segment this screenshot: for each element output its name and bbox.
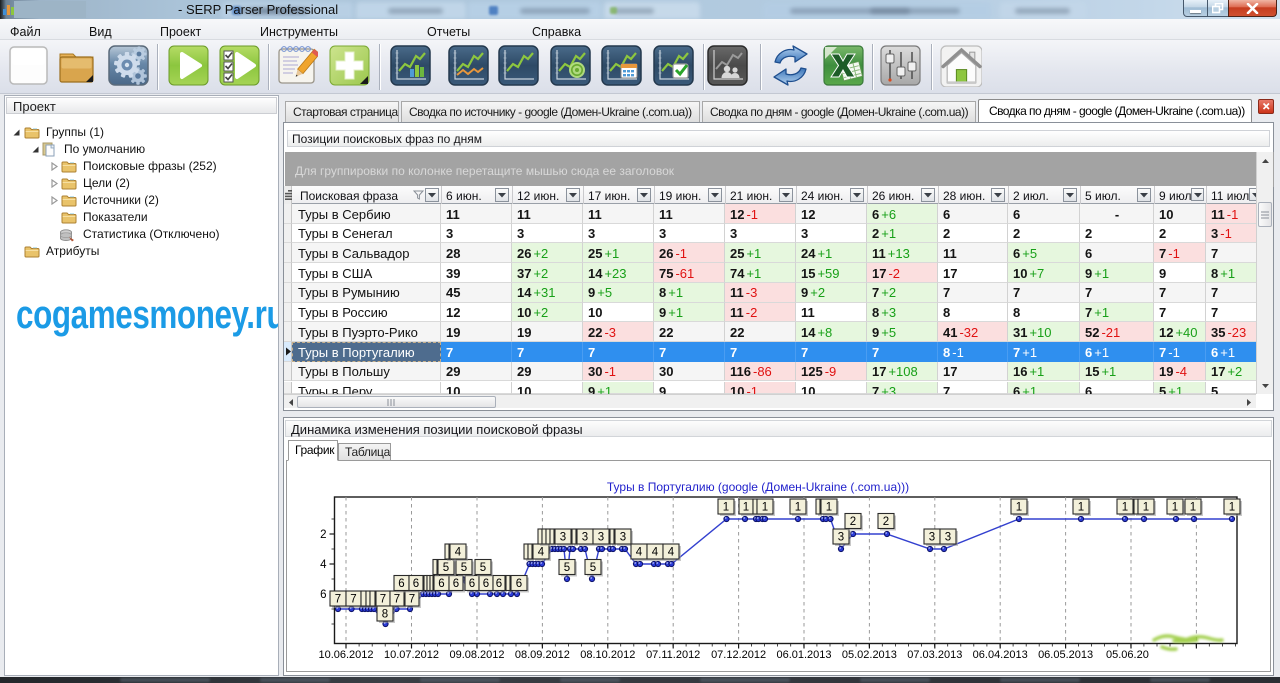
- svg-text:3: 3: [620, 532, 626, 544]
- svg-text:08.10.2012: 08.10.2012: [580, 649, 635, 661]
- svg-text:06.05.2013: 06.05.2013: [1038, 649, 1093, 661]
- svg-text:1: 1: [1078, 502, 1084, 514]
- svg-text:7: 7: [350, 594, 356, 606]
- svg-text:7: 7: [409, 594, 415, 606]
- svg-text:1: 1: [1190, 502, 1196, 514]
- svg-text:4: 4: [668, 547, 675, 559]
- svg-text:6: 6: [453, 578, 459, 590]
- svg-text:6: 6: [483, 578, 489, 590]
- svg-text:10.06.2012: 10.06.2012: [318, 649, 373, 661]
- svg-text:5: 5: [564, 562, 570, 574]
- svg-text:10.07.2012: 10.07.2012: [384, 649, 439, 661]
- svg-text:06.04.2013: 06.04.2013: [973, 649, 1028, 661]
- svg-text:3: 3: [560, 532, 566, 544]
- svg-text:8: 8: [382, 609, 388, 621]
- svg-text:7: 7: [394, 594, 400, 606]
- svg-text:1: 1: [826, 502, 832, 514]
- svg-text:6: 6: [438, 578, 444, 590]
- svg-text:7: 7: [380, 594, 386, 606]
- svg-text:2: 2: [883, 516, 889, 528]
- svg-text:1: 1: [1122, 502, 1128, 514]
- svg-text:3: 3: [598, 532, 604, 544]
- svg-text:07.03.2013: 07.03.2013: [907, 649, 962, 661]
- svg-text:08.09.2012: 08.09.2012: [515, 649, 570, 661]
- svg-text:06.01.2013: 06.01.2013: [776, 649, 831, 661]
- svg-text:1: 1: [743, 502, 749, 514]
- svg-text:1: 1: [1172, 502, 1178, 514]
- svg-text:05.02.2013: 05.02.2013: [842, 649, 897, 661]
- svg-text:1: 1: [723, 502, 729, 514]
- svg-text:09.08.2012: 09.08.2012: [449, 649, 504, 661]
- svg-text:4: 4: [652, 547, 659, 559]
- svg-text:6: 6: [413, 578, 419, 590]
- svg-text:3: 3: [929, 532, 935, 544]
- svg-text:3: 3: [838, 532, 844, 544]
- svg-text:05.06.20: 05.06.20: [1106, 649, 1149, 661]
- svg-text:6: 6: [516, 578, 522, 590]
- svg-text:5: 5: [480, 562, 486, 574]
- svg-text:4: 4: [320, 559, 327, 571]
- svg-text:6: 6: [320, 589, 326, 601]
- svg-text:6: 6: [398, 578, 404, 590]
- svg-text:5: 5: [590, 562, 596, 574]
- svg-text:4: 4: [538, 547, 545, 559]
- svg-text:6: 6: [469, 578, 475, 590]
- svg-text:07.11.2012: 07.11.2012: [646, 649, 700, 661]
- svg-text:1: 1: [1143, 502, 1149, 514]
- svg-text:3: 3: [582, 532, 588, 544]
- svg-text:6: 6: [496, 578, 502, 590]
- svg-text:5: 5: [461, 562, 467, 574]
- svg-text:3: 3: [945, 532, 951, 544]
- svg-text:07.12.2012: 07.12.2012: [711, 649, 766, 661]
- svg-text:2: 2: [850, 516, 856, 528]
- svg-text:4: 4: [636, 547, 643, 559]
- svg-text:5: 5: [443, 562, 449, 574]
- svg-text:4: 4: [455, 547, 462, 559]
- svg-text:1: 1: [795, 502, 801, 514]
- svg-text:1: 1: [762, 502, 768, 514]
- svg-text:Туры в Португалию (google (Дом: Туры в Португалию (google (Домен-Ukraine…: [607, 480, 909, 494]
- svg-text:2: 2: [320, 529, 326, 541]
- svg-text:7: 7: [335, 594, 341, 606]
- svg-text:1: 1: [1016, 502, 1022, 514]
- svg-text:1: 1: [1229, 502, 1235, 514]
